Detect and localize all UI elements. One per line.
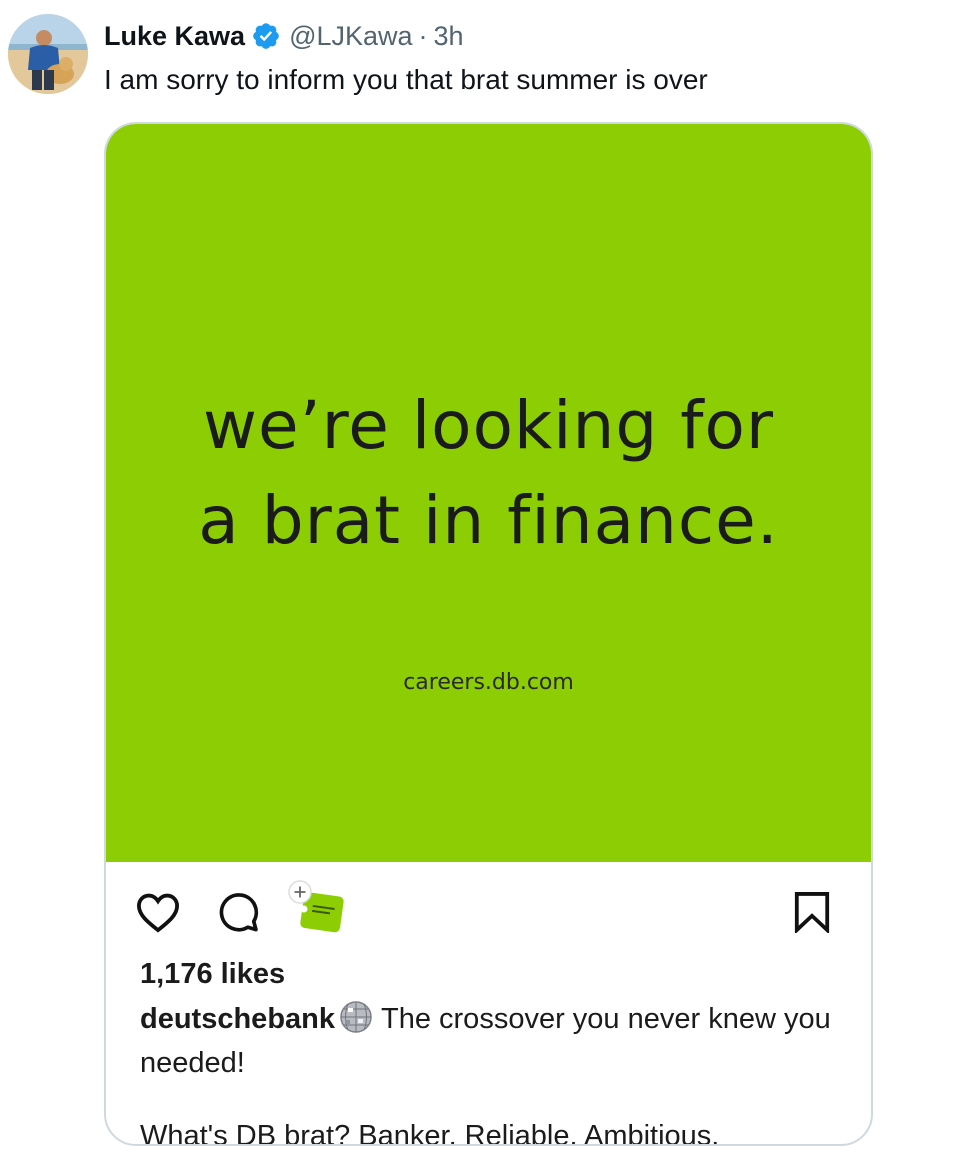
- avatar[interactable]: [8, 14, 88, 94]
- separator-dot: ·: [418, 20, 428, 51]
- ad-url: careers.db.com: [403, 670, 574, 695]
- disco-ball-icon: [339, 1000, 373, 1044]
- heart-icon[interactable]: [134, 888, 182, 936]
- author-name[interactable]: Luke Kawa: [104, 21, 245, 52]
- caption-continued: What's DB brat? Banker. Reliable. Ambiti…: [140, 1120, 720, 1146]
- ad-headline-line1: we’re looking for: [203, 387, 774, 464]
- tweet-header: Luke Kawa @LJKawa · 3h: [104, 18, 464, 54]
- likes-count[interactable]: 1,176 likes: [140, 958, 285, 991]
- tweet-text: I am sorry to inform you that brat summe…: [104, 64, 708, 95]
- verified-badge-icon[interactable]: [251, 21, 281, 51]
- post-caption: deutschebank The crossover you never knew…: [140, 1000, 840, 1082]
- avatar-photo: [8, 14, 88, 94]
- author-handle[interactable]: @LJKawa: [289, 21, 412, 52]
- tweet: Luke Kawa @LJKawa · 3h I am sorry to inf…: [0, 0, 976, 1158]
- ad-image: we’re looking for a brat in finance. car…: [106, 124, 871, 862]
- ad-headline-line2: a brat in finance.: [198, 482, 779, 559]
- caption-username[interactable]: deutschebank: [140, 1003, 335, 1035]
- embedded-media-card[interactable]: we’re looking for a brat in finance. car…: [104, 122, 873, 1146]
- instagram-action-bar: [106, 862, 871, 962]
- bookmark-icon[interactable]: [788, 888, 836, 936]
- tweet-timestamp[interactable]: 3h: [434, 21, 464, 52]
- comment-icon[interactable]: [214, 888, 262, 936]
- sticker-icon[interactable]: [284, 876, 348, 940]
